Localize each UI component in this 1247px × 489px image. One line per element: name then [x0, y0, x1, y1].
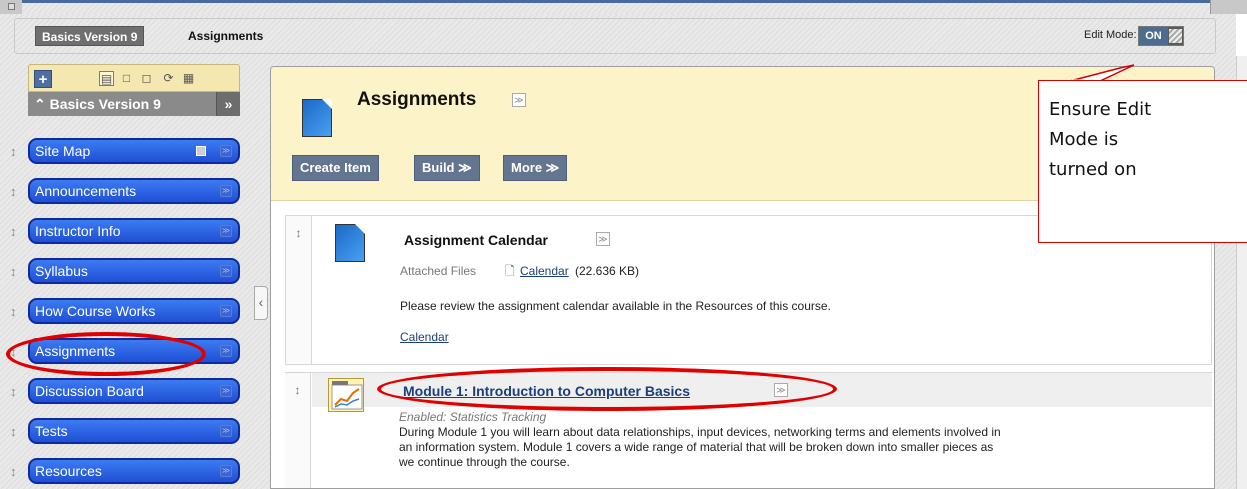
callout-pointer	[1069, 64, 1135, 83]
callout-line-2: Mode is	[1049, 129, 1119, 150]
callout-line-3: turned on	[1049, 159, 1137, 180]
callout-note: Ensure Edit Mode is turned on	[1038, 80, 1247, 243]
callout-line-1: Ensure Edit	[1049, 99, 1152, 120]
